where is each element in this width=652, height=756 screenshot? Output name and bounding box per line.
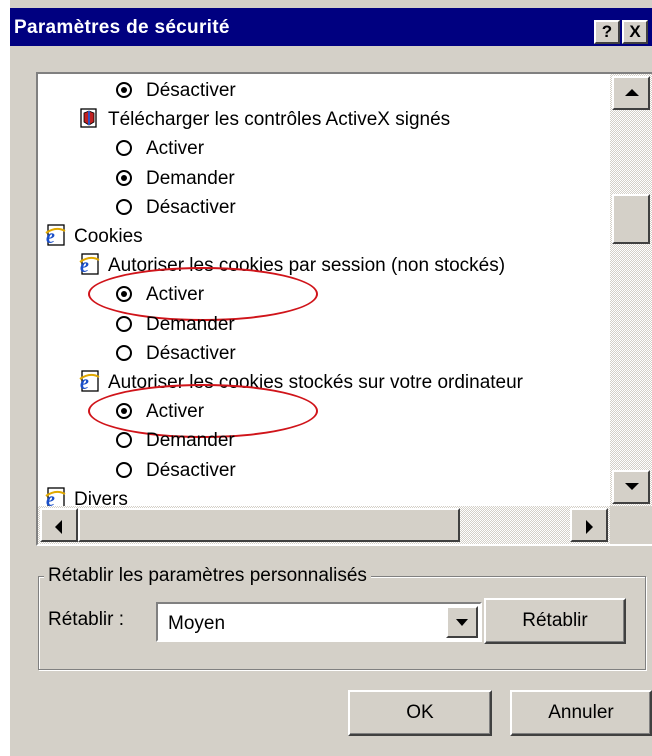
radio-button[interactable] — [116, 432, 132, 449]
cancel-button[interactable]: Annuler — [510, 690, 652, 736]
scroll-right-button[interactable] — [570, 508, 608, 542]
radio-option[interactable]: Demander — [116, 427, 235, 455]
horizontal-scroll-thumb[interactable] — [78, 508, 460, 542]
option-label: Activer — [146, 138, 205, 160]
option-label: Désactiver — [146, 459, 236, 481]
security-settings-dialog: Paramètres de sécurité ? X Désactiver Tél… — [10, 0, 652, 756]
right-arrow-icon — [586, 520, 593, 534]
vertical-scrollbar[interactable] — [610, 74, 652, 506]
title-bar[interactable]: Paramètres de sécurité ? X — [10, 8, 652, 46]
option-label: Désactiver — [146, 342, 236, 364]
option-label: Demander — [146, 430, 235, 452]
security-level-value: Moyen — [168, 613, 226, 634]
horizontal-scrollbar[interactable] — [38, 506, 610, 544]
internet-explorer-icon: e — [44, 487, 68, 506]
radio-option[interactable]: Désactiver — [116, 194, 236, 222]
option-label: Divers — [74, 488, 128, 506]
option-label: Demander — [146, 313, 235, 335]
dialog-title: Paramètres de sécurité — [14, 17, 230, 38]
reset-group-label: Rétablir les paramètres personnalisés — [44, 565, 371, 587]
activex-icon — [78, 107, 102, 129]
radio-button[interactable] — [116, 140, 132, 157]
reset-button[interactable]: Rétablir — [484, 598, 626, 644]
option-label: Cookies — [74, 226, 143, 247]
option-label: Demander — [146, 167, 235, 189]
option-label: Désactiver — [146, 80, 236, 101]
scroll-left-button[interactable] — [40, 508, 78, 542]
radio-button[interactable] — [116, 169, 132, 186]
tree-category[interactable]: Télécharger les contrôles ActiveX signés — [78, 106, 450, 134]
internet-explorer-icon: e — [78, 253, 102, 277]
down-arrow-icon — [625, 483, 639, 490]
reset-field-label: Rétablir : — [48, 609, 125, 630]
tree-category[interactable]: e Cookies — [44, 223, 143, 251]
scrollbar-corner — [610, 506, 652, 544]
scroll-thumb[interactable] — [612, 194, 650, 244]
option-label: Télécharger les contrôles ActiveX signés — [108, 109, 451, 131]
help-button[interactable]: ? — [594, 20, 620, 44]
tree-category[interactable]: e Divers — [44, 486, 128, 506]
radio-button[interactable] — [116, 461, 132, 478]
settings-tree: Désactiver Télécharger les contrôles Acti… — [36, 72, 652, 546]
radio-option[interactable]: Désactiver — [116, 340, 236, 368]
scroll-up-button[interactable] — [612, 76, 650, 110]
radio-option[interactable]: Activer — [116, 135, 204, 163]
left-arrow-icon — [55, 520, 62, 534]
radio-option[interactable]: Désactiver — [116, 457, 236, 485]
radio-button[interactable] — [116, 315, 132, 332]
internet-explorer-icon: e — [44, 224, 68, 248]
chevron-down-icon — [456, 619, 468, 626]
close-button[interactable]: X — [622, 20, 648, 44]
radio-button[interactable] — [116, 82, 132, 98]
dropdown-button[interactable] — [446, 606, 478, 638]
scroll-down-button[interactable] — [612, 470, 650, 504]
ok-button[interactable]: OK — [348, 690, 492, 736]
radio-option[interactable]: Désactiver — [116, 77, 236, 105]
up-arrow-icon — [625, 89, 639, 96]
settings-list: Désactiver Télécharger les contrôles Acti… — [38, 74, 610, 506]
radio-option[interactable]: Demander — [116, 165, 235, 193]
security-level-select[interactable]: Moyen — [156, 602, 482, 642]
radio-button[interactable] — [116, 198, 132, 215]
radio-button[interactable] — [116, 344, 132, 361]
internet-explorer-icon: e — [78, 370, 102, 394]
radio-option[interactable]: Demander — [116, 311, 235, 339]
option-label: Désactiver — [146, 196, 236, 218]
